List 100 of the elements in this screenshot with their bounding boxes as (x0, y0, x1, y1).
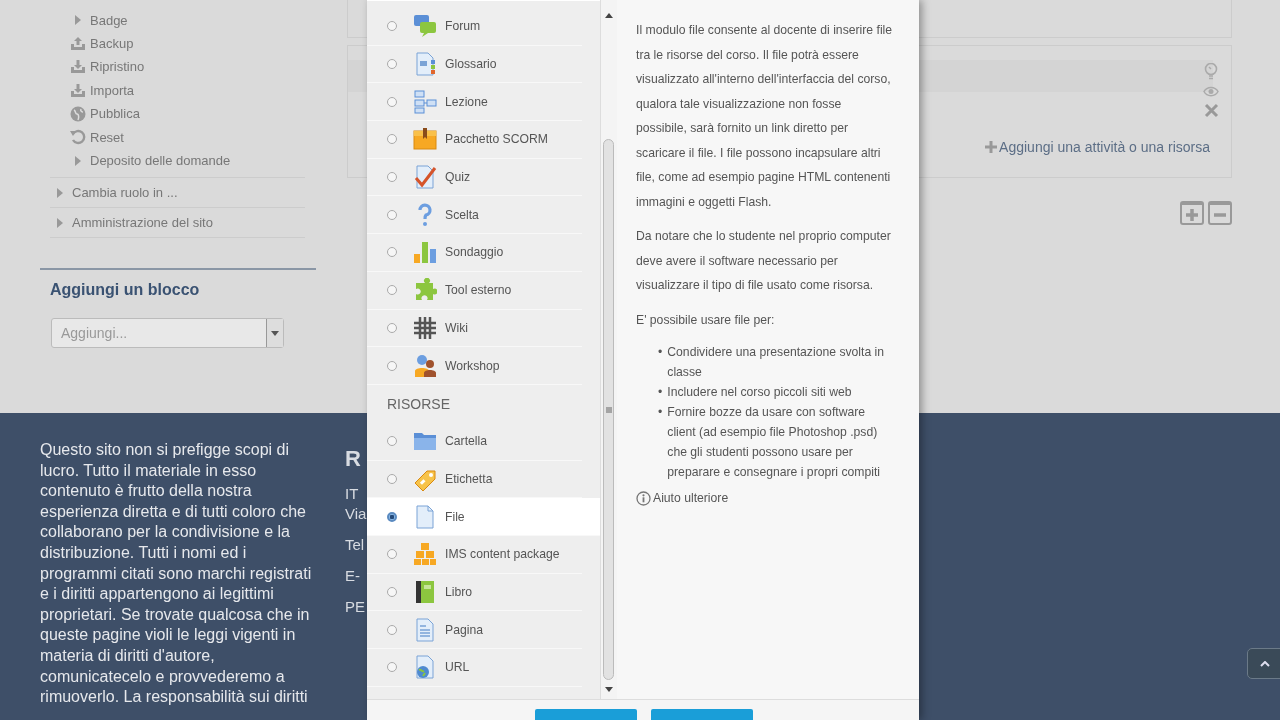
module-option[interactable]: Libro (367, 573, 582, 612)
contact-line: IT (345, 484, 360, 504)
flowchart-icon (413, 89, 437, 114)
scroll-top-button[interactable] (1247, 648, 1280, 679)
module-option[interactable]: Quiz (367, 158, 582, 197)
module-name: IMS content package (445, 547, 560, 562)
sidebar-item[interactable]: Pubblica (90, 106, 140, 122)
speech-bubbles-icon (413, 14, 437, 39)
sidebar-item[interactable]: Amministrazione del sito (72, 215, 213, 231)
module-option[interactable]: Forum (367, 8, 582, 46)
book-icon (413, 579, 437, 604)
radio-button[interactable] (387, 360, 397, 371)
add-activity-link[interactable]: Aggiungi una attività o una risorsa (985, 139, 1210, 155)
module-option[interactable]: File (367, 498, 600, 536)
page-icon (413, 617, 437, 642)
radio-button[interactable] (387, 285, 397, 296)
people-icon (413, 353, 437, 378)
radio-button[interactable] (387, 322, 397, 333)
module-option[interactable]: Scelta (367, 196, 582, 235)
sidebar-item[interactable]: Backup (90, 36, 134, 52)
sidebar-item[interactable]: Ripristino (90, 59, 145, 75)
module-option[interactable]: Lezione (367, 83, 582, 122)
module-option[interactable]: Glossario (367, 45, 582, 84)
globe-icon (70, 105, 86, 122)
download-icon (70, 59, 86, 75)
module-option[interactable]: Wiki (367, 309, 582, 348)
module-option[interactable]: URL (367, 649, 582, 687)
module-option[interactable]: Pacchetto SCORM (367, 121, 582, 159)
module-name: File (445, 509, 465, 524)
radio-button[interactable] (387, 624, 397, 635)
module-option[interactable]: Workshop (367, 347, 582, 385)
radio-button[interactable] (387, 247, 397, 258)
lightbulb-icon[interactable] (1204, 63, 1218, 80)
module-name: Workshop (445, 358, 500, 373)
module-name: Wiki (445, 320, 468, 335)
caret-down-icon (271, 330, 279, 336)
usage-item: Includere nel corso piccoli siti web (667, 384, 852, 401)
radio-button[interactable] (387, 436, 397, 447)
module-option[interactable]: Sondaggio (367, 234, 582, 272)
module-name: Glossario (445, 57, 497, 72)
description-text: Il modulo file consente al docente di inserire file tra le risorse del corso. Il file potrà essere visualizzato all'interno dell'interfaccia del corso, qualora tale visualizzazione non fosse possibile, sarà fornito un link diretto per scaricare il file. I file possono incapsulare altri file, come ad esempio pagine HTML contenenti immagini e oggetti Flash. (636, 22, 893, 211)
list-bullet: • (658, 384, 663, 401)
radio-button[interactable] (387, 134, 397, 145)
scroll-down-icon[interactable] (605, 687, 613, 693)
group-heading: RISORSE (386, 394, 451, 414)
collapse-icon[interactable] (1208, 201, 1232, 225)
dialog-button[interactable] (651, 709, 753, 720)
document-icon (413, 504, 437, 529)
radio-button[interactable] (387, 96, 397, 107)
package-icon (413, 127, 437, 152)
module-name: Quiz (445, 170, 471, 185)
caret-icon (74, 14, 82, 27)
radio-button[interactable] (387, 59, 397, 70)
radio-button[interactable] (387, 511, 397, 522)
description-text: E' possibile usare file per: (636, 311, 776, 329)
module-option[interactable]: IMS content package (367, 535, 582, 574)
dialog-button[interactable] (535, 709, 637, 720)
bar-chart-icon (413, 240, 437, 265)
grip-icon (605, 406, 612, 413)
globe-document-icon (413, 655, 437, 680)
usage-item: Fornire bozze da usare con software client (ad esempio file Photoshop .psd) che gli studenti possono usare per preparare e consegnare i propri compiti (667, 404, 881, 481)
module-name: Forum (445, 19, 481, 34)
scrollbar[interactable] (600, 0, 617, 700)
disclaimer-text: Questo sito non si prefigge scopi di lucro. Tutto il materiale in esso contenuto è frutto della nostra esperienza diretta e di tutti coloro che collaborano per la condivisione e la distribuzione. Tutti i nomi ed i programmi citati sono marchi registrati e i diritti appartengono ai legittimi proprietari. Se trovate qualcosa che in queste pagine violi le leggi vigenti in materia di diritti d'autore, comunicatecelo e provvederemo a rimuoverlo. La responsabilità sui diritti (40, 440, 313, 708)
radio-button[interactable] (387, 586, 397, 597)
chevron-up-icon (1260, 660, 1270, 667)
module-option[interactable]: Tool esterno (367, 271, 582, 310)
usage-item: Condividere una presentazione svolta in classe (667, 344, 886, 381)
contact-line: Tel (345, 535, 366, 555)
sidebar-item[interactable]: Reset (90, 129, 124, 145)
document-icon (413, 52, 437, 77)
module-name: Cartella (445, 434, 487, 449)
sidebar-item[interactable]: Badge (90, 12, 128, 28)
sidebar-item[interactable]: Cambia ruolo in ... (72, 185, 178, 201)
module-option[interactable]: Cartella (367, 422, 582, 461)
radio-button[interactable] (387, 662, 397, 673)
caret-icon (56, 186, 64, 199)
module-name: Pacchetto SCORM (445, 132, 548, 147)
expand-icon[interactable] (1180, 201, 1204, 225)
caret-icon (74, 154, 82, 167)
module-option[interactable]: Pagina (367, 611, 582, 649)
module-name: Sondaggio (445, 245, 504, 260)
list-bullet: • (658, 404, 663, 421)
eye-icon[interactable] (1203, 86, 1219, 97)
contact-line: Via (345, 504, 367, 524)
sidebar-item[interactable]: Deposito delle domande (90, 153, 231, 169)
lattice-icon (413, 315, 437, 340)
radio-button[interactable] (387, 172, 397, 183)
close-icon[interactable] (1203, 103, 1219, 118)
contact-heading: R (345, 446, 362, 472)
radio-button[interactable] (387, 549, 397, 560)
radio-button[interactable] (387, 209, 397, 220)
radio-button[interactable] (387, 473, 397, 484)
radio-button[interactable] (387, 21, 397, 32)
module-name: URL (445, 660, 470, 675)
upload-icon (70, 36, 86, 52)
help-link[interactable]: Aiuto ulteriore (636, 490, 893, 506)
info-icon (636, 490, 651, 506)
scroll-up-icon[interactable] (605, 13, 613, 18)
contact-line: PE (345, 597, 366, 617)
